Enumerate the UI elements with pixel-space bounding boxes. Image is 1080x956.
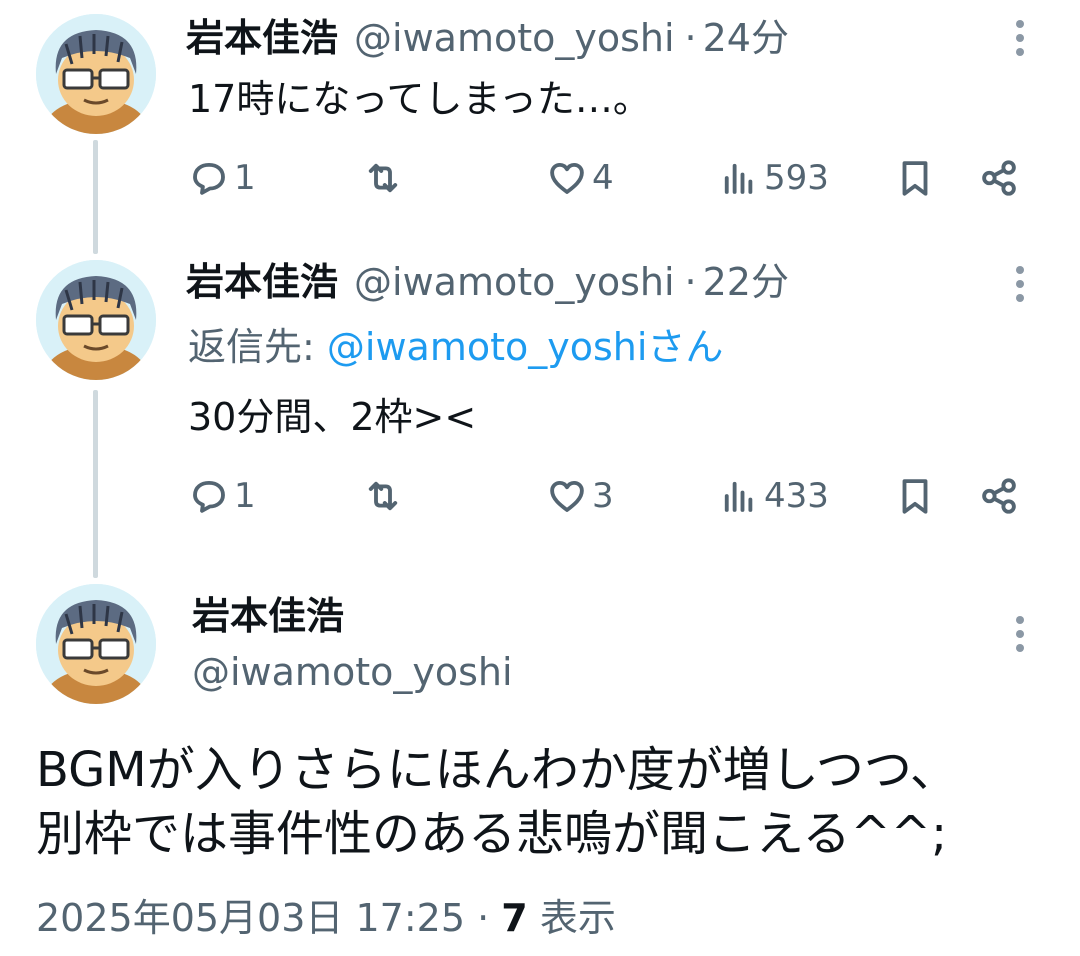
separator-dot: · — [684, 16, 697, 60]
views-label: 表示 — [539, 896, 616, 940]
retweet-icon — [368, 163, 398, 193]
views-button[interactable]: 433 — [718, 470, 829, 522]
author-handle[interactable]: @iwamoto_yoshi — [354, 8, 675, 68]
more-icon[interactable] — [1008, 262, 1032, 306]
tweet-header: 岩本佳浩 @iwamoto_yoshi · 22分 — [186, 252, 789, 312]
reply-button[interactable]: 1 — [188, 470, 256, 522]
avatar-illustration — [36, 584, 156, 704]
tweet-meta: 2025年05月03日 17:25 · 7 表示 — [36, 888, 616, 948]
views-count: 593 — [764, 158, 829, 198]
bookmark-button[interactable] — [894, 152, 936, 204]
share-icon — [982, 160, 1016, 196]
tweet-actions: 1 4 593 — [188, 152, 1028, 204]
author-handle[interactable]: @iwamoto_yoshi — [192, 644, 513, 700]
more-icon[interactable] — [1008, 16, 1032, 60]
tweet-text: 30分間、2枠>< — [188, 395, 477, 439]
views-count: 433 — [764, 476, 829, 516]
views-icon — [724, 481, 753, 512]
separator-dot: · — [684, 260, 697, 304]
separator-dot: · — [477, 896, 490, 940]
like-count: 3 — [592, 476, 614, 516]
tweet-time[interactable]: 22分 — [703, 252, 789, 312]
avatar-illustration — [36, 260, 156, 380]
bookmark-button[interactable] — [894, 470, 936, 522]
reply-to-link[interactable]: @iwamoto_yoshiさん — [327, 325, 724, 369]
reply-icon — [193, 480, 225, 513]
reply-count: 1 — [234, 158, 256, 198]
bookmark-icon — [902, 161, 928, 196]
reply-to-prefix: 返信先: — [188, 325, 327, 369]
main-tweet-line: 別枠では事件性のある悲鳴が聞こえる^^; — [36, 806, 948, 862]
main-tweet-line: BGMが入りさらにほんわか度が増しつつ、 — [36, 742, 958, 798]
views-count: 7 — [501, 896, 528, 940]
avatar[interactable] — [36, 584, 156, 704]
avatar[interactable] — [36, 14, 156, 134]
avatar[interactable] — [36, 260, 156, 380]
tweet-actions: 1 3 433 — [188, 470, 1028, 522]
retweet-button[interactable] — [362, 470, 404, 522]
author-handle[interactable]: @iwamoto_yoshi — [354, 252, 675, 312]
avatar-illustration — [36, 14, 156, 134]
author-name[interactable]: 岩本佳浩 — [186, 252, 338, 312]
reply-count: 1 — [234, 476, 256, 516]
share-button[interactable] — [978, 470, 1020, 522]
views-icon — [724, 163, 753, 194]
share-icon — [982, 478, 1016, 514]
tweet-timestamp[interactable]: 2025年05月03日 17:25 — [36, 896, 465, 940]
tweet-header: 岩本佳浩 @iwamoto_yoshi · 24分 — [186, 8, 789, 68]
reply-to: 返信先: @iwamoto_yoshiさん — [188, 320, 723, 374]
bookmark-icon — [902, 479, 928, 514]
tweet-text: 17時になってしまった…。 — [188, 77, 651, 121]
tweet-thread: 岩本佳浩 @iwamoto_yoshi · 24分 17時になってしまった…。 … — [0, 0, 1080, 956]
retweet-button[interactable] — [362, 152, 404, 204]
thread-connector — [93, 390, 98, 578]
thread-connector — [93, 140, 98, 254]
reply-icon — [193, 162, 225, 195]
reply-button[interactable]: 1 — [188, 152, 256, 204]
like-button[interactable]: 4 — [546, 152, 614, 204]
like-icon — [550, 162, 584, 194]
author-name[interactable]: 岩本佳浩 — [186, 8, 338, 68]
author-name[interactable]: 岩本佳浩 — [192, 588, 344, 644]
like-icon — [550, 480, 584, 512]
like-count: 4 — [592, 158, 614, 198]
main-tweet-text: BGMが入りさらにほんわか度が増しつつ、 別枠では事件性のある悲鳴が聞こえる^^… — [36, 738, 1046, 866]
views-button[interactable]: 593 — [718, 152, 829, 204]
more-icon[interactable] — [1008, 612, 1032, 656]
like-button[interactable]: 3 — [546, 470, 614, 522]
tweet-time[interactable]: 24分 — [703, 8, 789, 68]
retweet-icon — [368, 481, 398, 511]
share-button[interactable] — [978, 152, 1020, 204]
